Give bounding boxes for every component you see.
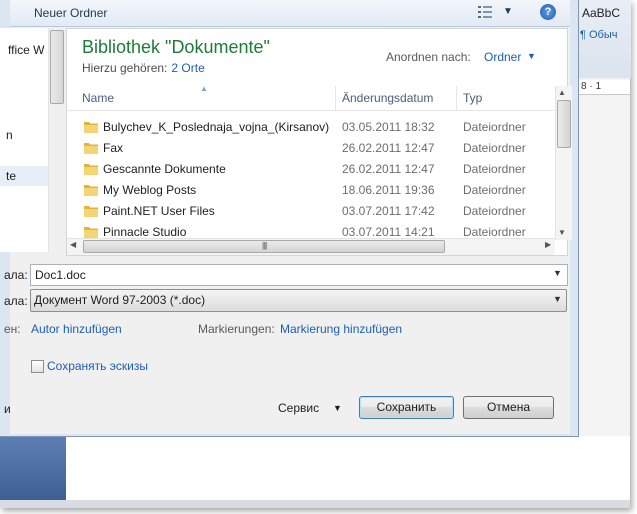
file-type: Dateiordner xyxy=(463,162,526,176)
file-date: 26.02.2011 12:47 xyxy=(342,162,435,176)
word-style-name[interactable]: ¶ Обыч xyxy=(580,29,617,41)
view-dropdown-icon[interactable]: ▼ xyxy=(503,6,513,17)
file-name: Paint.NET User Files xyxy=(103,204,215,218)
arrange-by-dropdown[interactable]: Ordner xyxy=(484,50,521,64)
file-row[interactable]: Fax 26.02.2011 12:47 Dateiordner xyxy=(82,138,554,159)
column-type[interactable]: Typ xyxy=(463,91,482,105)
file-row[interactable]: Gescannte Dokumente 26.02.2011 12:47 Dat… xyxy=(82,159,554,180)
folder-icon xyxy=(84,122,98,133)
save-thumbnails-label[interactable]: Сохранять эскизы xyxy=(47,359,148,373)
word-style-preview[interactable]: AaBbC xyxy=(582,6,620,20)
library-locations-link[interactable]: 2 Orte xyxy=(171,61,204,75)
nav-item[interactable]: n xyxy=(6,128,13,142)
tags-label: Markierungen: xyxy=(198,322,275,336)
tools-menu-button[interactable]: Сервис xyxy=(278,401,319,415)
tools-dropdown-icon[interactable]: ▼ xyxy=(333,403,342,413)
column-date[interactable]: Änderungsdatum xyxy=(342,91,433,105)
library-includes: Hierzu gehören: 2 Orte xyxy=(82,61,205,75)
nav-item-label: te xyxy=(6,169,17,183)
add-tag-link[interactable]: Markierung hinzufügen xyxy=(280,322,402,336)
file-name: My Weblog Posts xyxy=(103,183,197,197)
word-document-area xyxy=(66,436,630,500)
file-name: Gescannte Dokumente xyxy=(103,162,226,176)
column-divider[interactable] xyxy=(335,86,336,110)
authors-label: ен: xyxy=(4,322,21,336)
word-taskbar-area xyxy=(0,436,66,500)
filename-value: Doc1.doc xyxy=(35,268,86,282)
nav-item[interactable]: ffice W xyxy=(8,43,44,57)
file-type: Dateiordner xyxy=(463,204,526,218)
scroll-right-icon[interactable]: ▶ xyxy=(545,240,551,249)
arrange-by-chevron-icon[interactable]: ▼ xyxy=(527,51,536,61)
folder-icon xyxy=(84,206,98,217)
nav-scroll-thumb[interactable] xyxy=(50,30,64,104)
file-type: Dateiordner xyxy=(463,183,526,197)
filetype-label: ала: xyxy=(4,294,28,308)
nav-item-selected[interactable]: te xyxy=(0,166,48,186)
filename-label: ала: xyxy=(4,268,28,282)
file-date: 18.06.2011 19:36 xyxy=(342,183,435,197)
column-name[interactable]: Name xyxy=(82,91,114,105)
folder-icon xyxy=(84,143,98,154)
save-button[interactable]: Сохранить xyxy=(359,396,454,419)
file-type: Dateiordner xyxy=(463,225,526,238)
new-folder-button[interactable]: Neuer Ordner xyxy=(34,6,107,20)
filetype-select[interactable]: Документ Word 97-2003 (*.doc) xyxy=(30,289,567,312)
cancel-button[interactable]: Отмена xyxy=(463,396,554,419)
file-type: Dateiordner xyxy=(463,120,526,134)
folder-icon xyxy=(84,185,98,196)
filename-input[interactable]: Doc1.doc xyxy=(30,264,568,286)
folder-icon xyxy=(84,227,98,238)
vertical-scroll-thumb[interactable] xyxy=(557,100,571,148)
filetype-dropdown-icon[interactable]: ▼ xyxy=(553,294,562,304)
file-row[interactable]: Pinnacle Studio 03.07.2011 14:21 Dateior… xyxy=(82,222,554,238)
scroll-grip-icon: |||| xyxy=(262,241,267,250)
file-row[interactable]: Bulychev_K_Poslednaja_vojna_(Kirsanov) 0… xyxy=(82,117,554,138)
hide-folders-toggle[interactable]: и xyxy=(4,402,11,416)
column-header: Name Änderungsdatum Typ xyxy=(67,86,555,111)
filename-dropdown-icon[interactable]: ▼ xyxy=(553,268,562,278)
file-row[interactable]: Paint.NET User Files 03.07.2011 17:42 Da… xyxy=(82,201,554,222)
add-author-link[interactable]: Autor hinzufügen xyxy=(31,322,122,336)
sort-ascending-icon: ▲ xyxy=(200,84,208,93)
scroll-left-icon[interactable]: ◀ xyxy=(70,240,76,249)
arrange-by-label: Anordnen nach: xyxy=(386,50,471,64)
view-options-icon[interactable] xyxy=(478,6,492,18)
file-row[interactable]: My Weblog Posts 18.06.2011 19:36 Dateior… xyxy=(82,180,554,201)
help-icon[interactable]: ? xyxy=(540,4,556,20)
file-name: Fax xyxy=(103,141,124,155)
library-includes-label: Hierzu gehören: xyxy=(82,61,168,75)
file-date: 03.07.2011 17:42 xyxy=(342,204,435,218)
file-name: Pinnacle Studio xyxy=(103,225,187,238)
library-title: Bibliothek "Dokumente" xyxy=(82,37,270,57)
file-name: Bulychev_K_Poslednaja_vojna_(Kirsanov) xyxy=(103,120,330,134)
file-date: 03.07.2011 14:21 xyxy=(342,225,435,238)
folder-icon xyxy=(84,164,98,175)
filetype-value: Документ Word 97-2003 (*.doc) xyxy=(34,293,206,307)
file-date: 03.05.2011 18:32 xyxy=(342,120,435,134)
scroll-up-icon[interactable]: ▲ xyxy=(558,88,566,97)
file-type: Dateiordner xyxy=(463,141,526,155)
scroll-down-icon[interactable]: ▼ xyxy=(558,228,566,237)
file-date: 26.02.2011 12:47 xyxy=(342,141,435,155)
save-thumbnails-checkbox[interactable] xyxy=(31,360,44,373)
word-ruler-number: 8 · 1 xyxy=(581,81,602,92)
column-divider[interactable] xyxy=(456,86,457,110)
